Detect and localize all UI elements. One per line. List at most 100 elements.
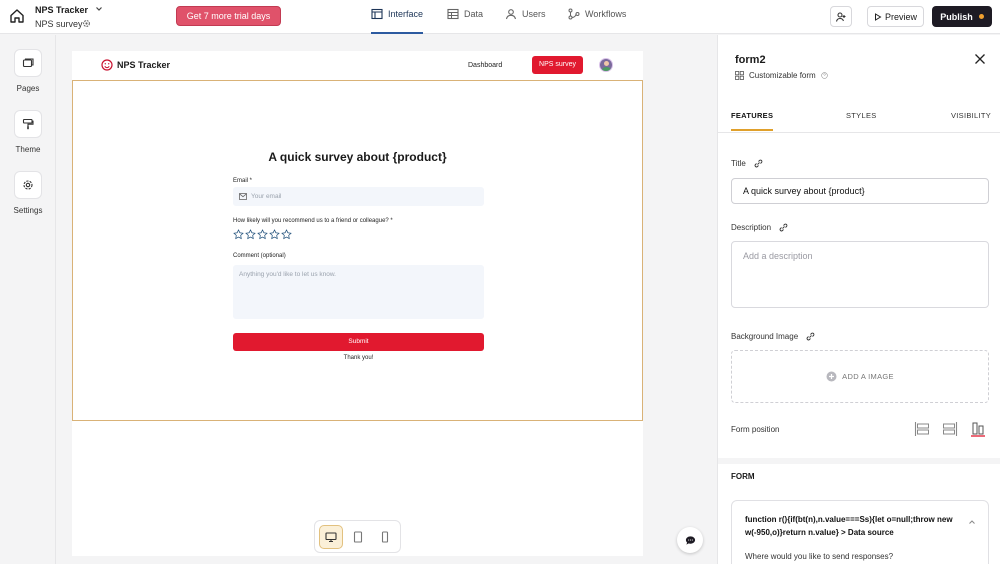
gear-icon [23, 180, 33, 190]
tab-users[interactable]: Users [505, 9, 546, 34]
top-bar: NPS Tracker NPS survey Get 7 more trial … [0, 0, 1000, 34]
link-icon[interactable] [754, 159, 763, 168]
chat-button[interactable] [677, 527, 703, 553]
tab-data[interactable]: Data [447, 8, 484, 34]
align-bottom-icon [971, 422, 985, 437]
nav-link-nps-survey[interactable]: NPS survey [532, 56, 583, 74]
mobile-icon [381, 531, 389, 543]
publish-status-dot [978, 14, 984, 19]
rail-theme-box [14, 110, 42, 138]
comment-field[interactable]: Anything you'd like to let us know. [233, 265, 484, 319]
rail-pages-label: Pages [16, 84, 40, 93]
chevron-down-icon[interactable] [95, 5, 103, 13]
tab-interface[interactable]: Interface [371, 8, 424, 34]
title-input[interactable]: A quick survey about {product} [731, 178, 989, 204]
desktop-view-button[interactable] [319, 525, 343, 549]
layout-icon [371, 8, 383, 20]
close-icon[interactable] [974, 53, 986, 65]
rail-settings-box [14, 171, 42, 199]
tab-features[interactable]: FEATURES [731, 111, 774, 131]
user-icon [505, 9, 517, 20]
position-center-button[interactable] [942, 421, 958, 437]
device-switcher [314, 520, 401, 553]
mobile-view-button[interactable] [373, 525, 397, 549]
gear-icon[interactable] [82, 19, 91, 28]
tab-workflows[interactable]: Workflows [568, 8, 627, 34]
panel-title: form2 [735, 54, 766, 66]
description-input[interactable]: Add a description [731, 241, 989, 308]
rail-theme-label: Theme [15, 145, 41, 154]
title-label-row: Title [731, 159, 763, 168]
plus-circle-icon [826, 371, 837, 382]
tablet-view-button[interactable] [346, 525, 370, 549]
tab-styles[interactable]: STYLES [846, 111, 877, 120]
paint-roller-icon [22, 118, 34, 130]
page-name: NPS survey [35, 19, 83, 29]
divider [718, 458, 1000, 464]
rail-item-settings[interactable]: Settings [0, 171, 56, 215]
tab-interface-label: Interface [388, 9, 424, 19]
star-icon[interactable] [281, 229, 292, 240]
chevron-up-icon[interactable] [968, 518, 976, 526]
submit-button[interactable]: Submit [233, 333, 484, 351]
background-image-label-row: Background Image [731, 332, 815, 341]
app-header: NPS Tracker Dashboard NPS survey [72, 51, 643, 80]
form-component[interactable]: A quick survey about {product} Email * Y… [72, 80, 643, 421]
form-section-heading: FORM [731, 472, 755, 481]
avatar[interactable] [599, 58, 613, 72]
rail-pages-box [14, 49, 42, 77]
add-image-dropzone[interactable]: ADD A IMAGE [731, 350, 989, 403]
rail-settings-label: Settings [13, 206, 43, 215]
link-icon[interactable] [779, 223, 788, 232]
email-field[interactable]: Your email [233, 187, 484, 206]
tab-users-label: Users [522, 9, 546, 19]
add-user-button[interactable] [830, 6, 852, 27]
align-right-icon [943, 422, 958, 436]
star-icon[interactable] [245, 229, 256, 240]
tab-visibility[interactable]: VISIBILITY [951, 111, 991, 120]
panel-tabs: FEATURES STYLES VISIBILITY [718, 103, 1000, 133]
rail-item-theme[interactable]: Theme [0, 110, 56, 154]
publish-button[interactable]: Publish [932, 6, 992, 27]
star-rating[interactable] [233, 229, 292, 240]
preview-button[interactable]: Preview [867, 6, 924, 27]
position-right-button[interactable] [970, 421, 986, 437]
mail-icon [239, 193, 247, 200]
app-name[interactable]: NPS Tracker [35, 5, 88, 15]
preview-label: Preview [884, 11, 917, 22]
tab-workflows-label: Workflows [585, 9, 627, 19]
help-icon[interactable] [820, 72, 828, 79]
add-user-icon [835, 12, 846, 22]
star-icon[interactable] [269, 229, 280, 240]
panel-subtitle: Customizable form [735, 71, 828, 80]
position-left-button[interactable] [914, 421, 930, 437]
background-image-label: Background Image [731, 332, 799, 341]
properties-panel: form2 Customizable form FEATURES STYLES … [717, 35, 1000, 564]
description-label-row: Description [731, 223, 788, 232]
form-position-label: Form position [731, 425, 780, 434]
desktop-icon [325, 532, 337, 543]
tab-data-label: Data [464, 9, 484, 19]
link-icon[interactable] [806, 332, 815, 341]
rating-label: How likely will you recommend us to a fr… [233, 218, 393, 224]
align-left-icon [914, 422, 929, 436]
play-icon [874, 12, 882, 21]
trial-button[interactable]: Get 7 more trial days [176, 6, 281, 26]
rail-item-pages[interactable]: Pages [0, 49, 56, 93]
table-icon [447, 8, 459, 20]
left-rail: Pages Theme Settings [0, 35, 56, 564]
home-icon[interactable] [9, 8, 25, 24]
data-source-card[interactable]: function r(){if(bt(n),n.value===Ss){let … [731, 500, 989, 564]
add-image-label: ADD A IMAGE [842, 372, 894, 381]
smiley-logo-icon [101, 59, 113, 71]
nav-link-dashboard[interactable]: Dashboard [468, 62, 502, 69]
chat-icon [685, 535, 695, 545]
publish-label: Publish [940, 11, 973, 22]
brand[interactable]: NPS Tracker [101, 59, 170, 71]
thank-you-text: Thank you! [343, 355, 374, 361]
star-icon[interactable] [257, 229, 268, 240]
tablet-icon [353, 531, 363, 543]
grid-icon [735, 71, 744, 80]
star-icon[interactable] [233, 229, 244, 240]
workflow-icon [568, 8, 580, 20]
